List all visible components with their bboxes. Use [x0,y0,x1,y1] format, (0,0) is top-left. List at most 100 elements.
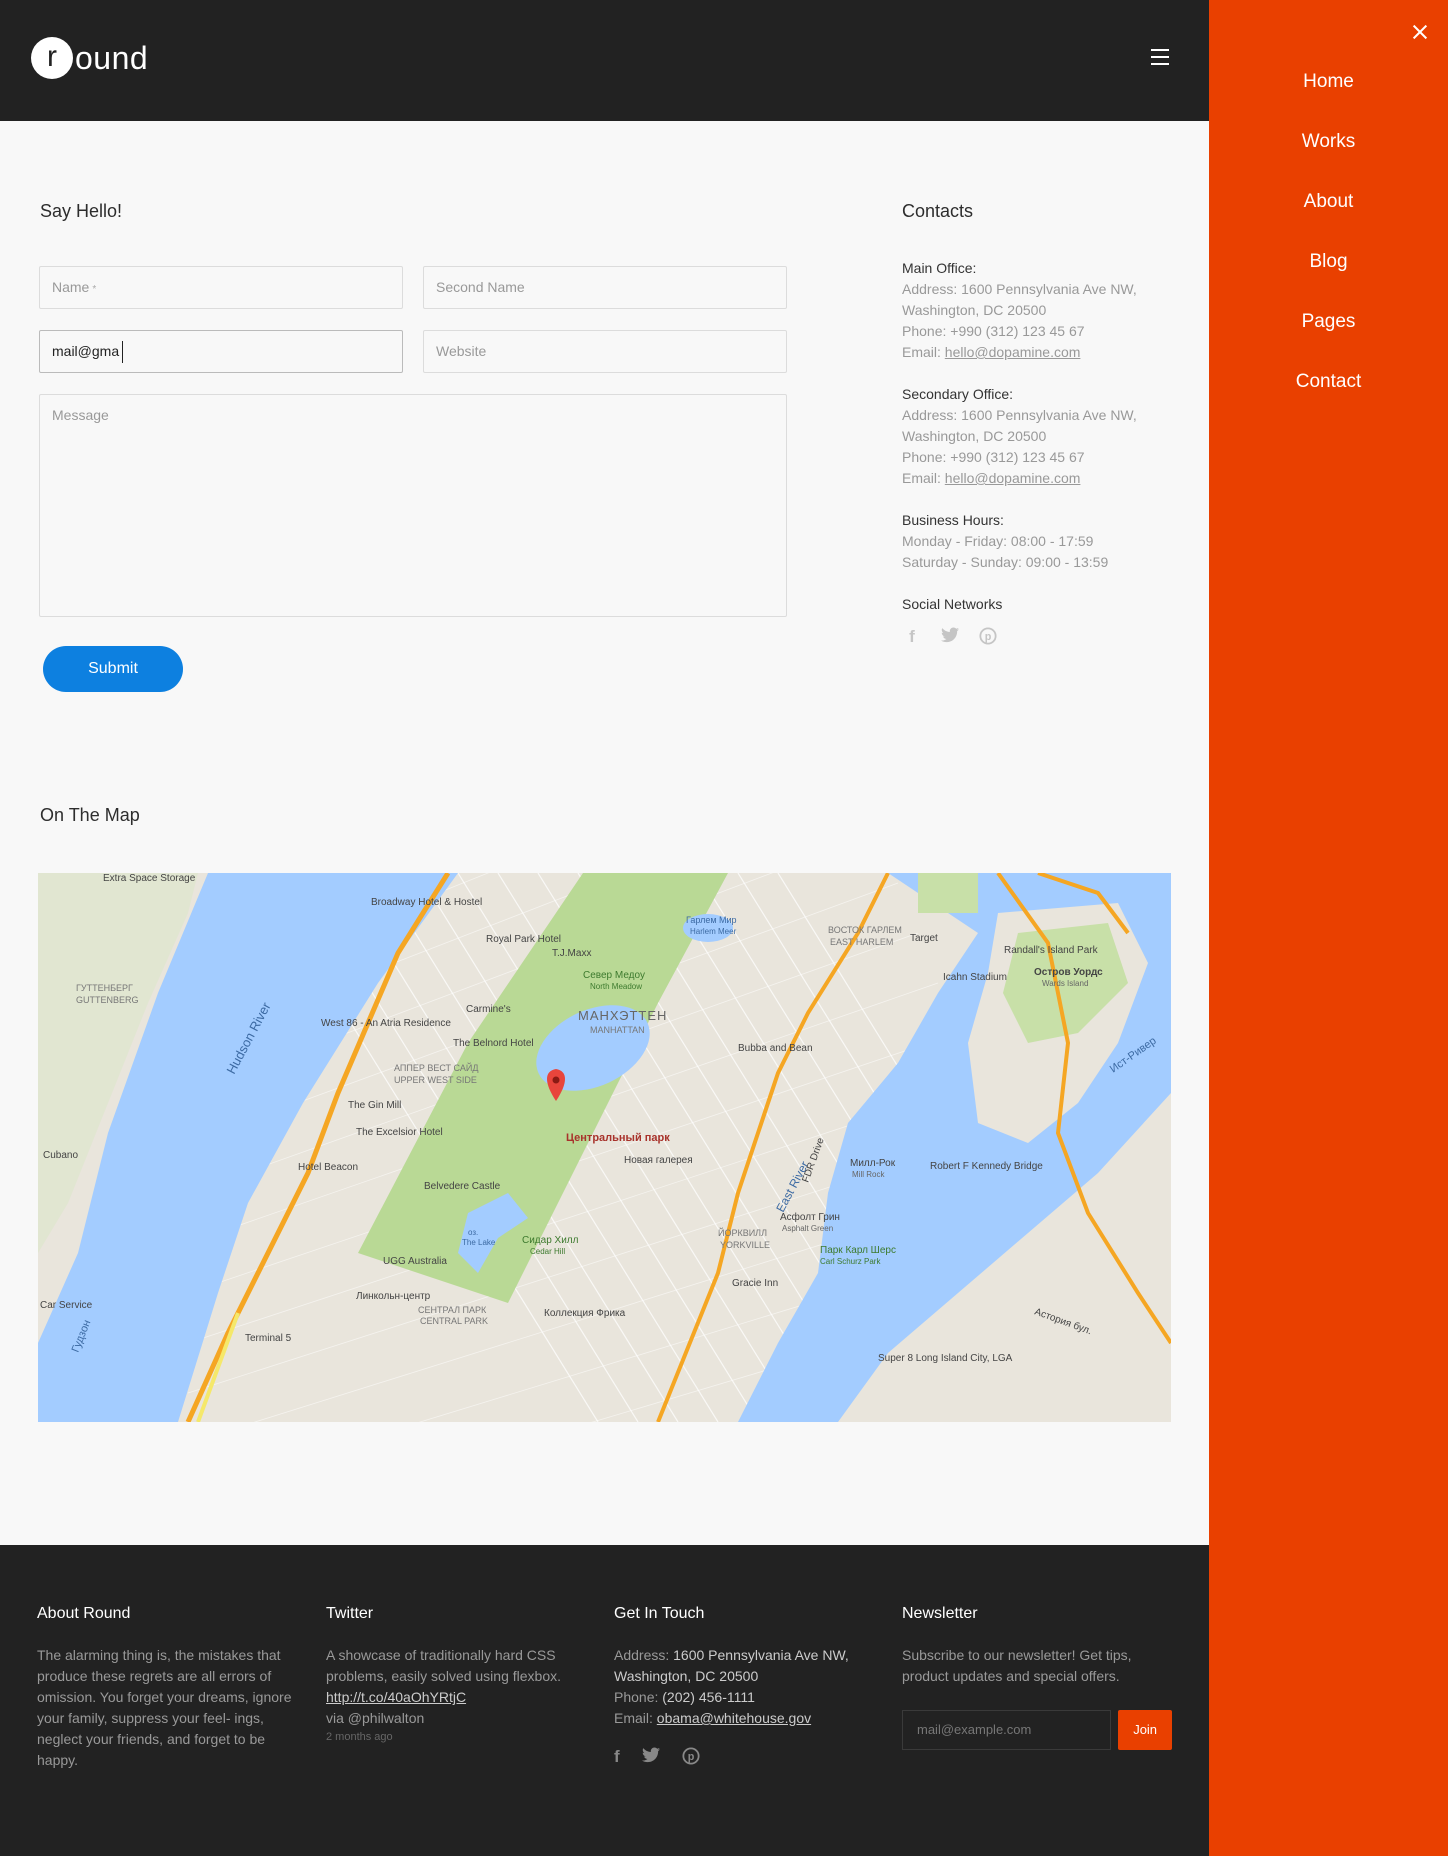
map-label-cedar-hill: Сидар Хилл [522,1235,579,1246]
footer-newsletter-text: Subscribe to our newsletter! Get tips, p… [902,1647,1132,1684]
footer-about-text: The alarming thing is, the mistakes that… [37,1647,292,1768]
header: r ound [0,0,1209,121]
secondary-office-address-1: Address: 1600 Pennsylvania Ave NW, [902,407,1137,423]
map-title: On The Map [40,805,140,825]
contacts-title: Contacts [902,201,974,221]
map-label-gallery: Новая галерея [624,1155,693,1166]
secondary-office-email-link[interactable]: hello@dopamine.com [945,470,1081,486]
submit-button[interactable]: Submit [43,646,183,692]
map-label-manhattan: МАНХЭТТЕН [578,1008,667,1023]
footer-twitter-icon[interactable] [641,1747,660,1770]
footer-phone-label: Phone: [614,1689,663,1705]
map-label-central-park-s-en: CENTRAL PARK [420,1316,488,1326]
map-label-belvedere: Belvedere Castle [424,1181,501,1192]
map-label-east-harlem-en: EAST HARLEM [830,937,893,947]
logo-text: ound [75,39,149,76]
logo[interactable]: r ound [31,37,148,79]
logo-badge: r [31,37,73,79]
hamburger-menu-icon[interactable] [1151,49,1169,65]
business-hours: Business Hours: Monday - Friday: 08:00 -… [902,510,1192,573]
twitter-icon[interactable] [940,627,960,650]
newsletter-join-button[interactable]: Join [1118,1710,1172,1750]
email-field[interactable]: mail@gma [39,330,403,373]
message-placeholder: Message [52,407,109,423]
footer-email-label: Email: [614,1710,657,1726]
footer-newsletter: Newsletter Subscribe to our newsletter! … [902,1605,1172,1750]
footer-newsletter-title: Newsletter [902,1605,978,1622]
map-label-mill-rock: Милл-Рок [850,1158,896,1169]
secondary-office: Secondary Office: Address: 1600 Pennsylv… [902,384,1192,489]
footer-address-2: Washington, DC 20500 [614,1668,759,1684]
footer-touch-title: Get In Touch [614,1605,705,1622]
footer-phone: (202) 456-1111 [662,1689,755,1705]
pinterest-icon[interactable]: p [978,627,998,650]
svg-text:p: p [687,1751,694,1763]
map-label-royal-park: Royal Park Hotel [486,934,561,945]
map-label-wards-en: Wards Island [1042,979,1088,988]
footer-twitter: Twitter A showcase of traditionally hard… [326,1605,586,1743]
map-label-carmines: Carmine's [466,1004,511,1015]
secondary-office-email-label: Email: [902,470,945,486]
map-label-terminal: Terminal 5 [245,1333,292,1344]
second-name-placeholder: Second Name [436,279,525,295]
name-placeholder: Name [52,279,90,295]
footer-address-1: 1600 Pennsylvania Ave NW, [673,1647,849,1663]
side-nav-home[interactable]: Home [1209,70,1448,130]
main-office-phone: Phone: +990 (312) 123 45 67 [902,323,1085,339]
name-field[interactable]: Name * [39,266,403,309]
map-label-mill-rock-en: Mill Rock [852,1170,885,1179]
map-label-ugg: UGG Australia [383,1256,447,1267]
side-nav-pages[interactable]: Pages [1209,310,1448,370]
message-field[interactable]: Message [39,394,787,617]
svg-text:p: p [985,631,992,643]
website-placeholder: Website [436,343,487,359]
form-title: Say Hello! [40,201,123,221]
map-label-manhattan-en: MANHATTAN [590,1025,645,1035]
main-office-address-1: Address: 1600 Pennsylvania Ave NW, [902,281,1137,297]
side-nav-works[interactable]: Works [1209,130,1448,190]
website-field[interactable]: Website [423,330,787,373]
side-nav-blog[interactable]: Blog [1209,250,1448,310]
map-label-icahn: Icahn Stadium [943,972,1007,983]
map-label-carl-schurz: Парк Карл Шерс [820,1245,896,1256]
map-label-yorkville-en: YORKVILLE [720,1240,770,1250]
map-label-yorkville: ЙОРКВИЛЛ [718,1227,767,1238]
map-label-target: Target [910,933,938,944]
map-label-asphalt-green-en: Asphalt Green [782,1224,833,1233]
side-nav-about[interactable]: About [1209,190,1448,250]
close-icon[interactable] [1410,22,1430,42]
social-networks-label: Social Networks [902,596,1003,612]
footer-facebook-icon[interactable]: f [614,1747,620,1770]
map-label-car-service: Car Service [40,1300,93,1311]
business-hours-label: Business Hours: [902,512,1004,528]
map-label-frick: Коллекция Фрика [544,1308,626,1319]
main-office-email-link[interactable]: hello@dopamine.com [945,344,1081,360]
footer-address-label: Address: [614,1647,674,1663]
secondary-office-address-2: Washington, DC 20500 [902,428,1047,444]
side-nav-contact[interactable]: Contact [1209,370,1448,430]
map-label-extra-space: Extra Space Storage [103,873,196,884]
secondary-office-label: Secondary Office: [902,386,1014,402]
map-label-belnord: The Belnord Hotel [453,1038,534,1049]
footer-about: About Round The alarming thing is, the m… [37,1605,307,1771]
footer-twitter-link[interactable]: http://t.co/40aOhYRtjC [326,1689,466,1705]
newsletter-email-input[interactable]: mail@example.com [902,1710,1112,1750]
secondary-office-email-line: Email: hello@dopamine.com [902,468,1192,489]
footer-about-title: About Round [37,1605,131,1622]
footer-email-link[interactable]: obama@whitehouse.gov [657,1710,811,1726]
second-name-field[interactable]: Second Name [423,266,787,309]
contact-socials: f p [902,627,1192,650]
map-label-harlem-meer-en: Harlem Meer [690,927,737,936]
map-label-hotel-beacon: Hotel Beacon [298,1162,358,1173]
map-label-lake: оз. [468,1228,478,1237]
map[interactable]: Hudson River East River Ист-Ривер Гудзон… [38,873,1171,1422]
map-label-wards: Остров Уордс [1034,967,1103,978]
facebook-icon[interactable]: f [902,627,922,650]
map-label-lake-en: The Lake [462,1238,496,1247]
business-hours-weekdays: Monday - Friday: 08:00 - 17:59 [902,533,1094,549]
footer-touch: Get In Touch Address: 1600 Pennsylvania … [614,1605,884,1770]
map-label-super8: Super 8 Long Island City, LGA [878,1353,1013,1364]
map-label-harlem-meer: Гарлем Мир [686,915,737,925]
map-label-cubano: Cubano [43,1150,78,1161]
footer-pinterest-icon[interactable]: p [682,1747,700,1770]
